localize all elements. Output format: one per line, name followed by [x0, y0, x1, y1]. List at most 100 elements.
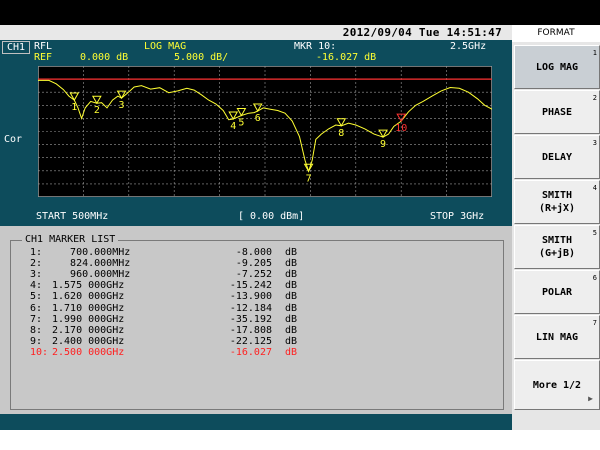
softkey-number: 1: [592, 49, 597, 57]
marker-row: 8: 2.170 000GHz -17.808 dB: [30, 324, 297, 336]
marker-label: 3: [119, 100, 125, 111]
marker-frequency-cell: 824.000MHz: [52, 258, 131, 270]
softkey-number: 6: [592, 274, 597, 282]
softkey-number: 7: [592, 319, 597, 327]
marker-frequency-cell: 1.710 000GHz: [52, 302, 125, 314]
softkey-polar[interactable]: POLAR 6: [514, 270, 600, 314]
softkey-more-1-2[interactable]: More 1/2 ▶: [514, 360, 600, 410]
marker-index: 8:: [30, 324, 43, 336]
marker-unit-cell: dB: [285, 313, 298, 325]
marker-frequency: 2.5GHz: [450, 41, 487, 52]
marker-value-cell: -12.184: [229, 302, 272, 314]
marker-label: 2: [94, 105, 100, 116]
marker-frequency-cell: 2.170 000GHz: [52, 324, 125, 336]
softkey-label: POLAR: [541, 286, 573, 298]
datetime-readout: 2012/09/04 Tue 14:51:47: [342, 26, 502, 39]
softkey-number: 5: [592, 229, 597, 237]
marker-index: 7:: [30, 313, 43, 325]
reference-label: REF: [34, 52, 53, 63]
marker-value-cell: -13.900: [229, 291, 272, 303]
marker-value: -16.027 dB: [316, 52, 377, 63]
trace-plot[interactable]: 1 2 3 4 5 6 7 8 9 10: [38, 66, 492, 197]
marker-label: 4: [230, 121, 236, 132]
marker-row: 3: 960.000MHz -7.252 dB: [30, 269, 297, 281]
marker-value-cell: -22.125: [229, 335, 272, 347]
marker-index: 2:: [30, 258, 43, 270]
menu-title: FORMAT: [512, 25, 600, 42]
marker-row: 9: 2.400 000GHz -22.125 dB: [30, 335, 297, 347]
softkey-label: DELAY: [541, 151, 573, 163]
marker-unit-cell: dB: [285, 346, 298, 358]
softkey-label: LOG MAG: [535, 61, 579, 73]
marker-label: 10: [395, 123, 407, 134]
marker-value-cell: -9.205: [235, 258, 272, 270]
channel-indicator[interactable]: CH1: [2, 41, 30, 54]
softkey-label: LIN MAG: [535, 331, 579, 343]
source-power: [ 0.00 dBm]: [238, 211, 305, 222]
marker-unit-cell: dB: [285, 291, 298, 303]
softkey-smith-g-jb[interactable]: SMITH (G+jB) 5: [514, 225, 600, 269]
marker-unit-cell: dB: [285, 335, 298, 347]
softkey-phase[interactable]: PHASE 2: [514, 90, 600, 134]
bottom-strip: [0, 414, 512, 430]
marker-unit-cell: dB: [285, 280, 298, 292]
arrow-right-icon: ▶: [588, 394, 593, 403]
marker-unit-cell: dB: [285, 247, 298, 258]
start-frequency: START 500MHz: [36, 211, 109, 222]
softkey-number: 4: [592, 184, 597, 192]
softkey-smith-r-jx[interactable]: SMITH (R+jX) 4: [514, 180, 600, 224]
marker-label: 9: [380, 139, 386, 150]
marker-label: 7: [306, 173, 312, 184]
softkey-label: SMITH: [541, 190, 573, 201]
softkey-number: 3: [592, 139, 597, 147]
stop-frequency: STOP 3GHz: [430, 211, 485, 222]
marker-row: 10: 2.500 000GHz -16.027 dB: [30, 346, 297, 358]
marker-value-cell: -15.242: [229, 280, 272, 292]
marker-frequency-cell: 2.500 000GHz: [52, 346, 125, 358]
marker-index: 5:: [30, 291, 43, 303]
marker-row: 1: 700.000MHz -8.000 dB: [30, 247, 297, 258]
softkey-delay[interactable]: DELAY 3: [514, 135, 600, 179]
marker-label: 5: [238, 118, 244, 129]
marker-value-cell: -7.252: [235, 269, 272, 281]
status-bar: 2012/09/04 Tue 14:51:47: [0, 25, 512, 40]
softkey-label: PHASE: [541, 106, 573, 118]
sweep-range-bar: START 500MHz [ 0.00 dBm] STOP 3GHz: [0, 210, 512, 223]
marker-index: 10:: [30, 346, 49, 358]
marker-list-title: CH1 MARKER LIST: [22, 234, 119, 246]
marker-value-cell: -8.000: [235, 247, 272, 258]
marker-unit-cell: dB: [285, 324, 298, 336]
marker-frequency-cell: 1.575 000GHz: [52, 280, 125, 292]
softkey-number: 2: [592, 94, 597, 102]
scale-value: 5.000 dB/: [174, 52, 229, 63]
softkey-log-mag[interactable]: LOG MAG 1: [514, 45, 600, 89]
channel-info-bar: [0, 40, 512, 64]
marker-frequency-cell: 2.400 000GHz: [52, 335, 125, 347]
softkey-label: More 1/2: [532, 379, 582, 391]
marker-frequency-cell: 1.620 000GHz: [52, 291, 125, 303]
reference-value: 0.000 dB: [80, 52, 129, 63]
marker-index: 3:: [30, 269, 43, 281]
marker-row: 6: 1.710 000GHz -12.184 dB: [30, 302, 297, 314]
marker-frequency-cell: 1.990 000GHz: [52, 313, 125, 325]
softkey-lin-mag[interactable]: LIN MAG 7: [514, 315, 600, 359]
marker-row: 7: 1.990 000GHz -35.192 dB: [30, 313, 297, 325]
marker-value-cell: -17.808: [229, 324, 272, 336]
marker-frequency-cell: 960.000MHz: [52, 269, 131, 281]
softkey-label: (G+jB): [538, 248, 576, 259]
marker-unit-cell: dB: [285, 269, 298, 281]
softkey-label: (R+jX): [538, 203, 576, 214]
marker-value-cell: -35.192: [229, 313, 272, 325]
marker-label: 8: [338, 128, 344, 139]
marker-index: 4:: [30, 280, 43, 292]
correction-indicator: Cor: [4, 134, 23, 145]
marker-index: 1:: [30, 247, 43, 258]
marker-label: 6: [255, 113, 261, 124]
marker-index: 9:: [30, 335, 43, 347]
marker-value-cell: -16.027: [229, 346, 272, 358]
marker-label: 1: [71, 102, 77, 113]
marker-row: 5: 1.620 000GHz -13.900 dB: [30, 291, 297, 303]
marker-row: 2: 824.000MHz -9.205 dB: [30, 258, 297, 270]
plot-grid: [38, 66, 492, 197]
marker-unit-cell: dB: [285, 258, 298, 270]
